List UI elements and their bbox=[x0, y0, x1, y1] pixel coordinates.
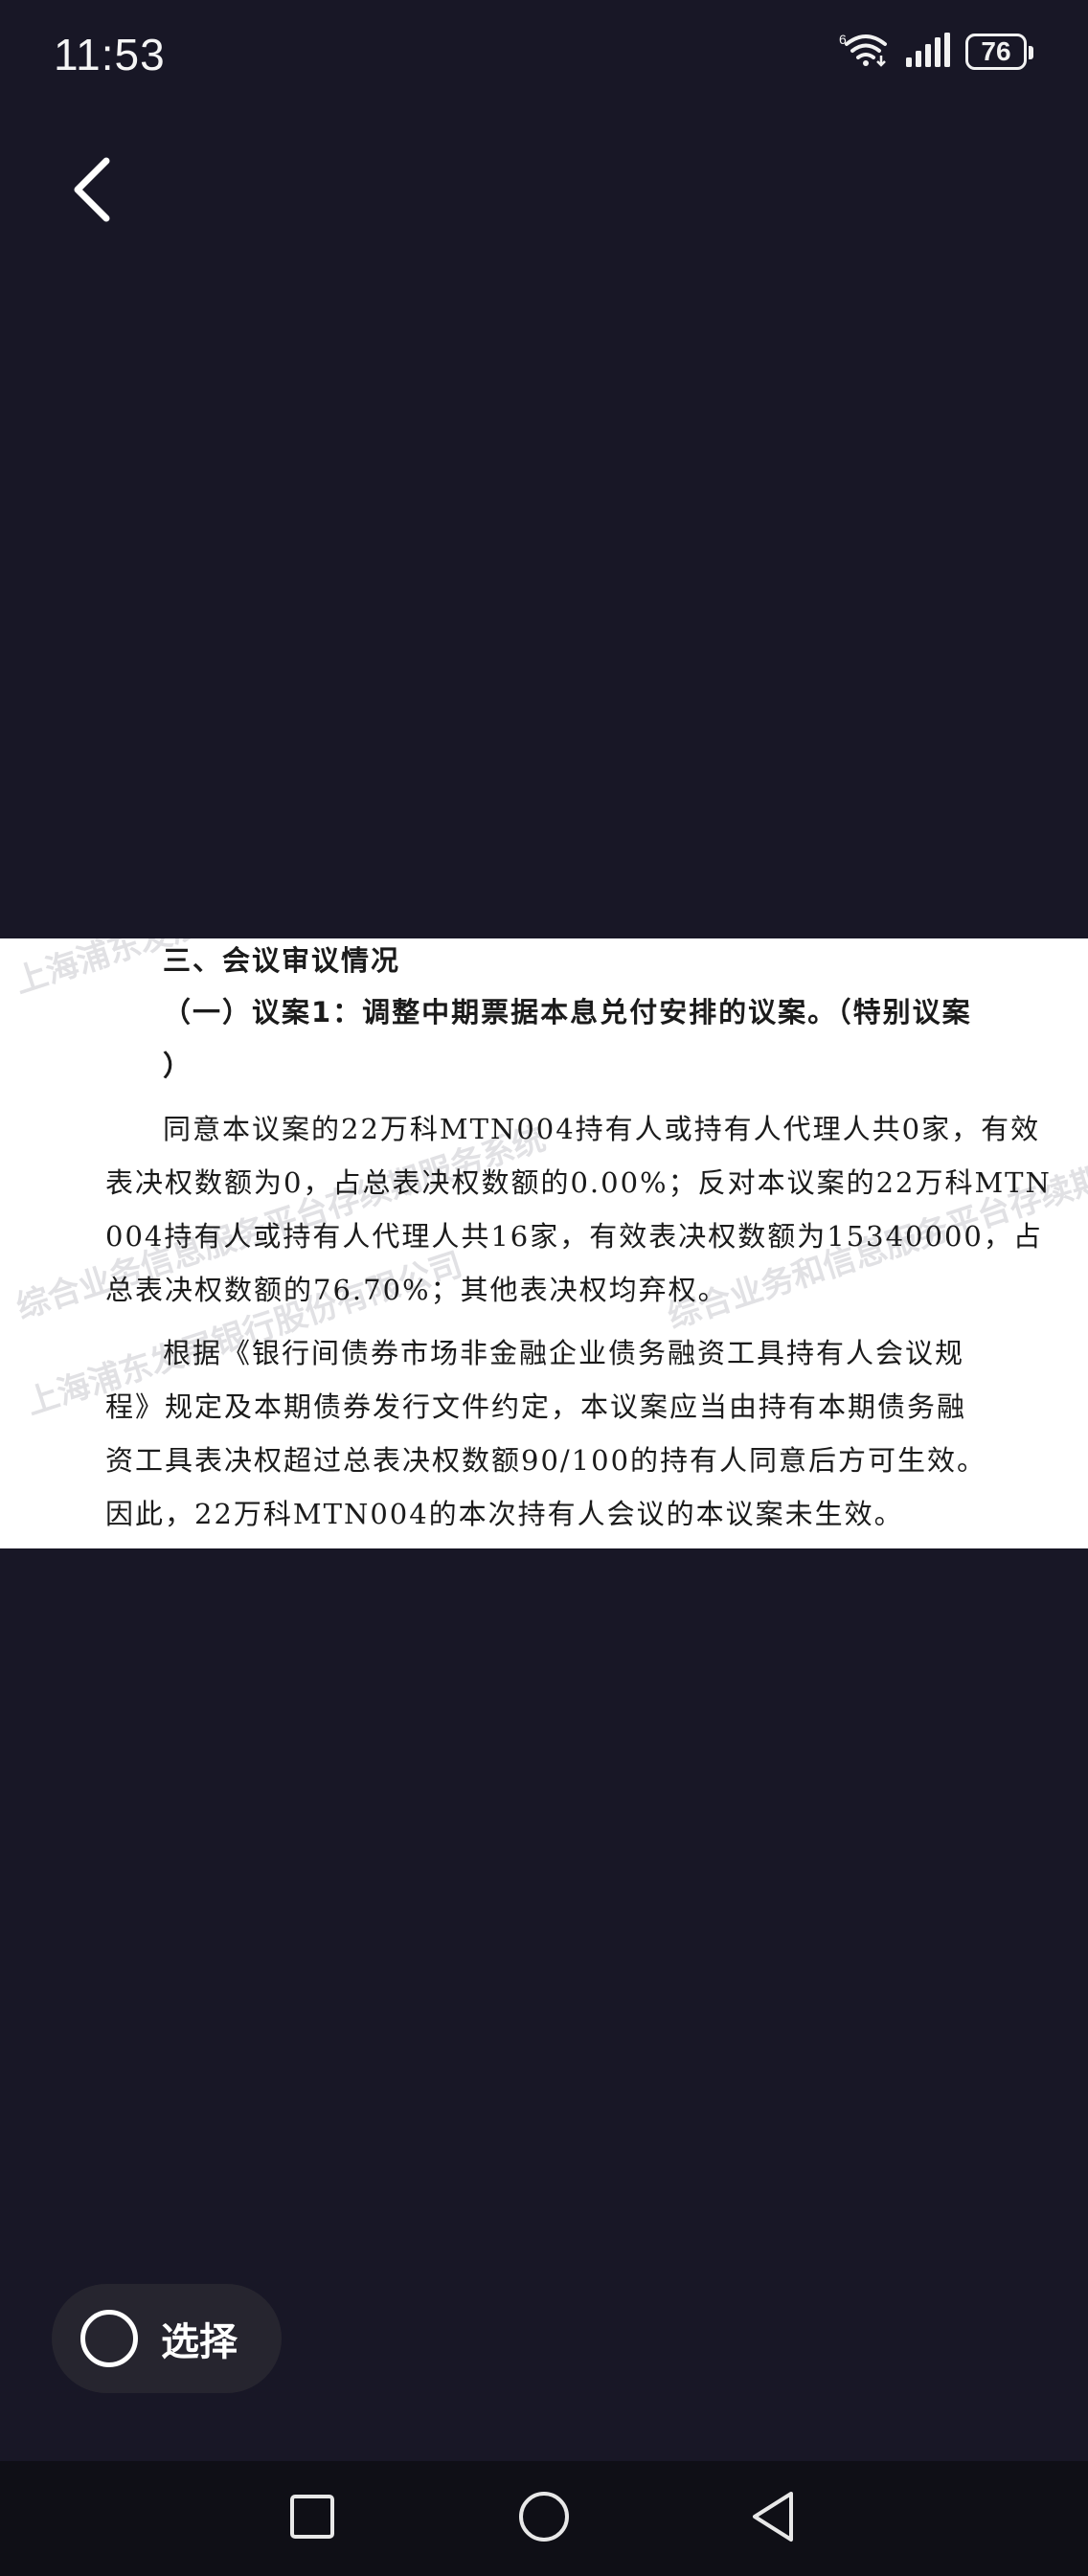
paragraph-line: 根据《银行间债券市场非金融企业债务融资工具持有人会议规 bbox=[163, 1337, 965, 1369]
recent-apps-button[interactable] bbox=[276, 2482, 349, 2555]
proposal-title-end: ） bbox=[163, 1050, 193, 1082]
chevron-left-icon bbox=[70, 157, 112, 226]
paragraph-line: 程》规定及本期债券发行文件约定，本议案应当由持有本期债务融 bbox=[105, 1390, 967, 1423]
paragraph-line: 表决权数额为0，占总表决权数额的0.00%；反对本议案的22万科MTN bbox=[105, 1166, 1052, 1199]
paragraph-line: 004持有人或持有人代理人共16家，有效表决权数额为15340000，占 bbox=[105, 1220, 1043, 1253]
battery-level: 76 bbox=[981, 36, 1011, 66]
select-circle-icon bbox=[80, 2310, 138, 2367]
battery-icon: 76 bbox=[965, 34, 1033, 70]
recent-apps-icon bbox=[288, 2493, 336, 2544]
paragraph-line: 总表决权数额的76.70%；其他表决权均弃权。 bbox=[105, 1274, 728, 1306]
wifi-6-icon: 6 bbox=[839, 31, 891, 73]
select-button[interactable]: 选择 bbox=[52, 2284, 282, 2393]
back-button[interactable] bbox=[57, 153, 125, 230]
home-icon bbox=[517, 2490, 571, 2547]
document-image[interactable]: 上海浦东发展银行股份有限公司 综合业务信息服务平台存续期服务系统 上海浦东发展银… bbox=[0, 938, 1088, 1548]
paragraph-line: 因此，22万科MTN004的本次持有人会议的本议案未生效。 bbox=[105, 1498, 904, 1530]
back-triangle-icon bbox=[747, 2490, 801, 2547]
navigation-bar bbox=[0, 2461, 1088, 2576]
select-label: 选择 bbox=[161, 2320, 238, 2364]
proposal-title: （一）议案1：调整中期票据本息兑付安排的议案。（特别议案 bbox=[163, 996, 972, 1028]
back-nav-button[interactable] bbox=[737, 2482, 810, 2555]
signal-icon bbox=[906, 33, 950, 71]
section-heading: 三、会议审议情况 bbox=[163, 944, 401, 977]
home-button[interactable] bbox=[508, 2482, 580, 2555]
status-time: 11:53 bbox=[54, 30, 166, 79]
paragraph-line: 资工具表决权超过总表决权数额90/100的持有人同意后方可生效。 bbox=[105, 1444, 987, 1477]
paragraph-line: 同意本议案的22万科MTN004持有人或持有人代理人共0家，有效 bbox=[163, 1113, 1041, 1145]
status-icons: 6 76 bbox=[839, 31, 1033, 73]
status-bar: 11:53 6 76 bbox=[0, 0, 1088, 115]
